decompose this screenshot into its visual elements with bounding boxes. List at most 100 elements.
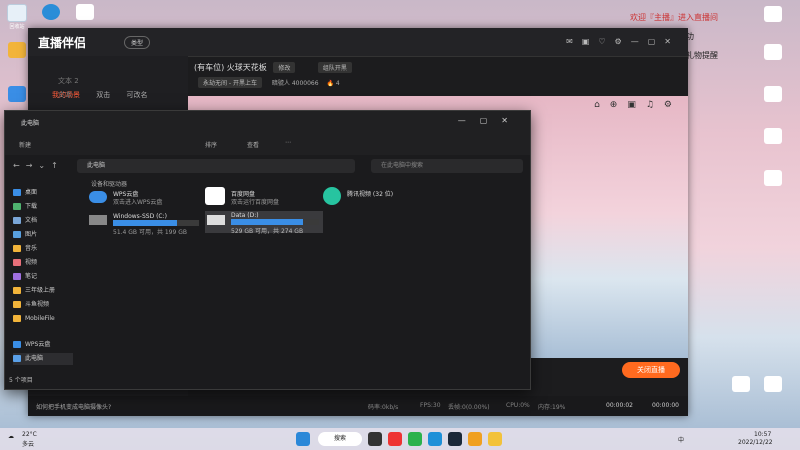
desktop-icon-file[interactable] (760, 376, 786, 393)
stop-stream-button[interactable]: 关闭直播 (622, 362, 680, 378)
desktop-icon-file[interactable] (760, 44, 786, 61)
edge-icon (42, 4, 60, 20)
file-explorer-window: 此电脑 —▢✕ 新建 排序 查看 ⋯ ←→⌄↑ 此电脑 在此电脑中搜索 桌面 下… (4, 110, 531, 390)
stat-dropped: 丢帧:0(0.00%) (448, 404, 490, 411)
desktop-icon-app[interactable] (72, 4, 98, 21)
address-bar[interactable]: 此电脑 (77, 159, 355, 173)
nav-item[interactable]: 桌面 (13, 187, 73, 199)
nav-item[interactable]: 斗鱼视频 (13, 299, 73, 311)
drive-usage-bar (113, 220, 199, 226)
drive-d[interactable]: Data (D:) 529 GB 可用，共 274 GB (205, 211, 323, 235)
nav-item-active[interactable]: 此电脑 (13, 353, 73, 365)
nav-item[interactable]: 下载 (13, 201, 73, 213)
baidu-icon (205, 187, 225, 205)
monitor-icon (8, 86, 26, 102)
viewers-count: 4000066 (291, 80, 319, 87)
nav-item[interactable]: MobileFile (13, 313, 73, 325)
taskbar: ☁ 22°C 多云 搜索 中 10:57 2022/12/22 (0, 428, 800, 450)
drive-tencent[interactable]: 腾讯视频 (32 位) (323, 187, 443, 209)
timer-1: 00:00:02 (606, 402, 633, 409)
edge-icon[interactable] (428, 432, 442, 446)
topbar-icons[interactable]: ✉▣♡⚙—▢✕ (566, 37, 680, 46)
clock-time[interactable]: 10:57 (754, 431, 771, 438)
stat-mem: 内存:19% (538, 404, 566, 411)
nav-arrows[interactable]: ←→⌄↑ (13, 161, 64, 170)
status-bar: 如何把手机变成电脑摄像头? 码率:0kb/s FPS:30 丢帧:0(0.00%… (28, 396, 688, 416)
file-icon (764, 6, 782, 22)
stat-bitrate: 码率:0kb/s (368, 404, 399, 411)
drive-c[interactable]: Windows-SSD (C:) 51.4 GB 可用，共 199 GB (89, 213, 199, 236)
desktop-icon-user[interactable] (4, 42, 30, 59)
nav-item[interactable]: 三年级上册 (13, 285, 73, 297)
view-button[interactable]: 查看 (247, 140, 259, 149)
steam-icon[interactable] (448, 432, 462, 446)
edit-button[interactable]: 修改 (273, 62, 296, 73)
drive-baidu[interactable]: 百度网盘 双击运行百度网盘 (205, 187, 315, 209)
desktop-icon-file[interactable] (728, 376, 754, 393)
command-bar: 新建 排序 查看 ⋯ (5, 133, 530, 156)
nav-item[interactable]: 文档 (13, 215, 73, 227)
desktop-icon-file[interactable] (760, 6, 786, 23)
tip-text[interactable]: 如何把手机变成电脑摄像头? (36, 402, 111, 411)
nav-item[interactable]: 视频 (13, 257, 73, 269)
pin-button[interactable]: 组队开黑 (317, 62, 352, 73)
app-icon[interactable] (468, 432, 482, 446)
explorer-tab[interactable]: 此电脑 (21, 118, 39, 127)
sort-button[interactable]: 排序 (205, 140, 217, 149)
weather-icon: ☁ (8, 433, 14, 440)
file-icon (732, 376, 750, 392)
file-icon (764, 170, 782, 186)
explorer-icon[interactable] (488, 432, 502, 446)
likes-count: 4 (335, 80, 340, 87)
desktop-icon-file[interactable] (760, 86, 786, 103)
wechat-icon[interactable] (408, 432, 422, 446)
nav-item[interactable]: 图片 (13, 229, 73, 241)
clock-date[interactable]: 2022/12/22 (738, 439, 773, 446)
app-icon[interactable] (368, 432, 382, 446)
room-title: (有车位) 火球天花板 (194, 63, 267, 72)
app-icon[interactable] (388, 432, 402, 446)
desktop-icon-edge[interactable] (38, 4, 64, 21)
preview-tools[interactable]: ⌂⊕▣♫⚙ (594, 100, 682, 110)
file-icon (764, 128, 782, 144)
nav-item[interactable]: WPS云盘 (13, 339, 73, 351)
desktop-icon-recycle-bin[interactable]: 回收站 (4, 4, 30, 30)
document-icon (76, 4, 94, 20)
stat-cpu: CPU:0% (506, 402, 530, 409)
scene-item[interactable]: 文本 2 (58, 76, 178, 88)
fire-icon: 🔥 (326, 80, 334, 87)
desktop-icon-file[interactable] (760, 128, 786, 145)
lang-indicator[interactable]: 中 (678, 435, 684, 444)
recycle-bin-icon (7, 4, 27, 22)
start-icon[interactable] (296, 432, 310, 446)
file-icon (764, 44, 782, 60)
nav-item[interactable]: 音乐 (13, 243, 73, 255)
file-icon (764, 86, 782, 102)
status-badge: 永劫无间 - 开黑上车 (198, 77, 262, 88)
scene-item[interactable]: 文本 (58, 90, 178, 102)
window-controls[interactable]: —▢✕ (458, 116, 522, 125)
chat-line: 欢迎『主播』进入直播间 (630, 13, 718, 22)
desktop-icon-computer[interactable] (4, 86, 30, 103)
drive-wps[interactable]: WPS云盘 双击进入WPS云盘 (89, 189, 199, 211)
type-selector[interactable]: 类型 (124, 36, 151, 49)
tencent-video-icon (323, 187, 341, 205)
desktop-icon-file[interactable] (760, 170, 786, 187)
explorer-titlebar: 此电脑 —▢✕ (5, 111, 530, 133)
stat-fps: FPS:30 (420, 402, 441, 409)
drive-usage-bar (231, 219, 319, 225)
viewers-label: 暗號人 (271, 80, 290, 87)
taskbar-search[interactable]: 搜索 (318, 432, 362, 446)
weather-temp[interactable]: 22°C (22, 431, 37, 438)
drive-icon (89, 215, 107, 225)
streamer-topbar: 直播伴侣 类型 ✉▣♡⚙—▢✕ (28, 28, 688, 57)
drive-usage-fill (231, 219, 304, 225)
drive-usage-fill (113, 220, 177, 226)
search-input[interactable]: 在此电脑中搜索 (371, 159, 523, 173)
cloud-icon (89, 191, 107, 203)
new-button[interactable]: 新建 (19, 140, 31, 149)
app-logo: 直播伴侣 (38, 36, 87, 50)
nav-item[interactable]: 笔记 (13, 271, 73, 283)
weather-desc: 多云 (22, 441, 35, 448)
more-icon[interactable]: ⋯ (285, 139, 291, 146)
